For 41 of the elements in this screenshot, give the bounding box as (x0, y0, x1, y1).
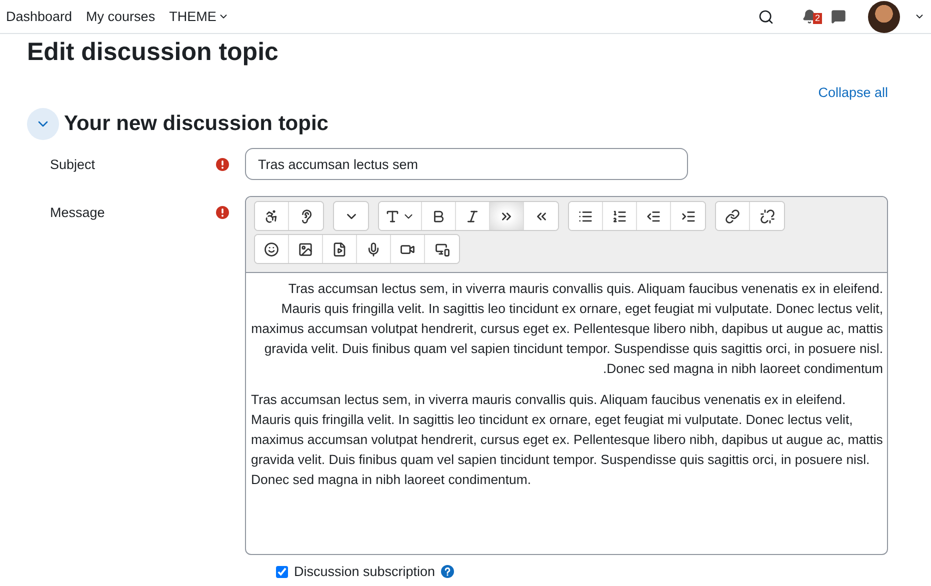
nav-link[interactable]: My courses (86, 9, 156, 24)
message-icon[interactable] (831, 9, 846, 24)
microphone-icon (366, 242, 381, 256)
theme-menu[interactable]: THEME (169, 9, 230, 24)
devices-icon (434, 242, 450, 256)
font-icon (385, 208, 400, 224)
emoji-button[interactable] (255, 235, 289, 263)
collapse-all-link[interactable]: Collapse all (818, 85, 888, 100)
ltr-button[interactable] (490, 202, 524, 230)
link-button[interactable] (716, 202, 750, 230)
checkbox-label: Discussion subscription (294, 564, 436, 579)
italic-icon (465, 208, 480, 224)
field-label: Subject (50, 156, 96, 172)
unlink-icon (760, 208, 774, 224)
section-title: Your new discussion topic (64, 112, 328, 136)
video-file-icon (332, 242, 347, 256)
message-paragraph: Tras accumsan lectus sem, in viverra mauris convallis quis. Aliquam faucibus venenatis ex in eleifend. Mauris quis fringilla velit. In sagittis leo tincidunt ex ornare, eget feugiat mi vulputate. Donec lectus velit, maximus accumsan volutpat hendrerit, cursus eget ex. Pellentesque libero nibh, dapibus ut augue ac, mattis gravida velit. Duis finibus quam vel sapien tincidunt tempor. Suspendisse quis sagittis orci, in posuere nisl. Donec sed magna in nibh laoreet condimentum. (251, 391, 883, 489)
page-title: Edit discussion topic (27, 38, 280, 67)
help-icon[interactable] (441, 565, 454, 578)
field-label: Message (50, 204, 106, 220)
message-paragraph: Tras accumsan lectus sem, in viverra mauris convallis quis. Aliquam faucibus venenatis ex in eleifend. Mauris quis fringilla velit. In sagittis leo tincidunt ex ornare, eget feugiat mi vulputate. Donec lectus velit, maximus accumsan volutpat hendrerit, cursus eget ex. Pellentesque libero nibh, dapibus ut augue ac, mattis gravida velit. Duis finibus quam vel sapien tincidunt tempor. Suspendisse quis sagittis orci, in posuere nisl. Donec sed magna in nibh laoreet condimentum. (251, 280, 883, 378)
font-button[interactable] (379, 202, 422, 230)
image-icon (298, 242, 313, 256)
numbered-list-icon (612, 208, 627, 224)
accessibility-button[interactable] (255, 202, 289, 230)
nav-link[interactable]: Dashboard (6, 9, 72, 24)
accessibility-icon (264, 208, 279, 224)
search-icon[interactable] (758, 8, 774, 24)
smiley-icon (264, 242, 279, 256)
message-editor[interactable] (245, 196, 888, 555)
bullet-list-icon (578, 208, 593, 224)
section-toggle[interactable] (27, 108, 59, 140)
notification-count: 2 (812, 13, 822, 24)
indent-icon (680, 208, 696, 224)
bold-icon (431, 208, 446, 224)
subscription-checkbox[interactable] (276, 566, 288, 578)
bullet-list-button[interactable] (569, 202, 603, 230)
outdent-icon (646, 208, 661, 224)
subject-field[interactable]: Tras accumsan lectus sem (245, 148, 688, 180)
link-icon (725, 208, 740, 224)
avatar[interactable] (868, 0, 900, 32)
